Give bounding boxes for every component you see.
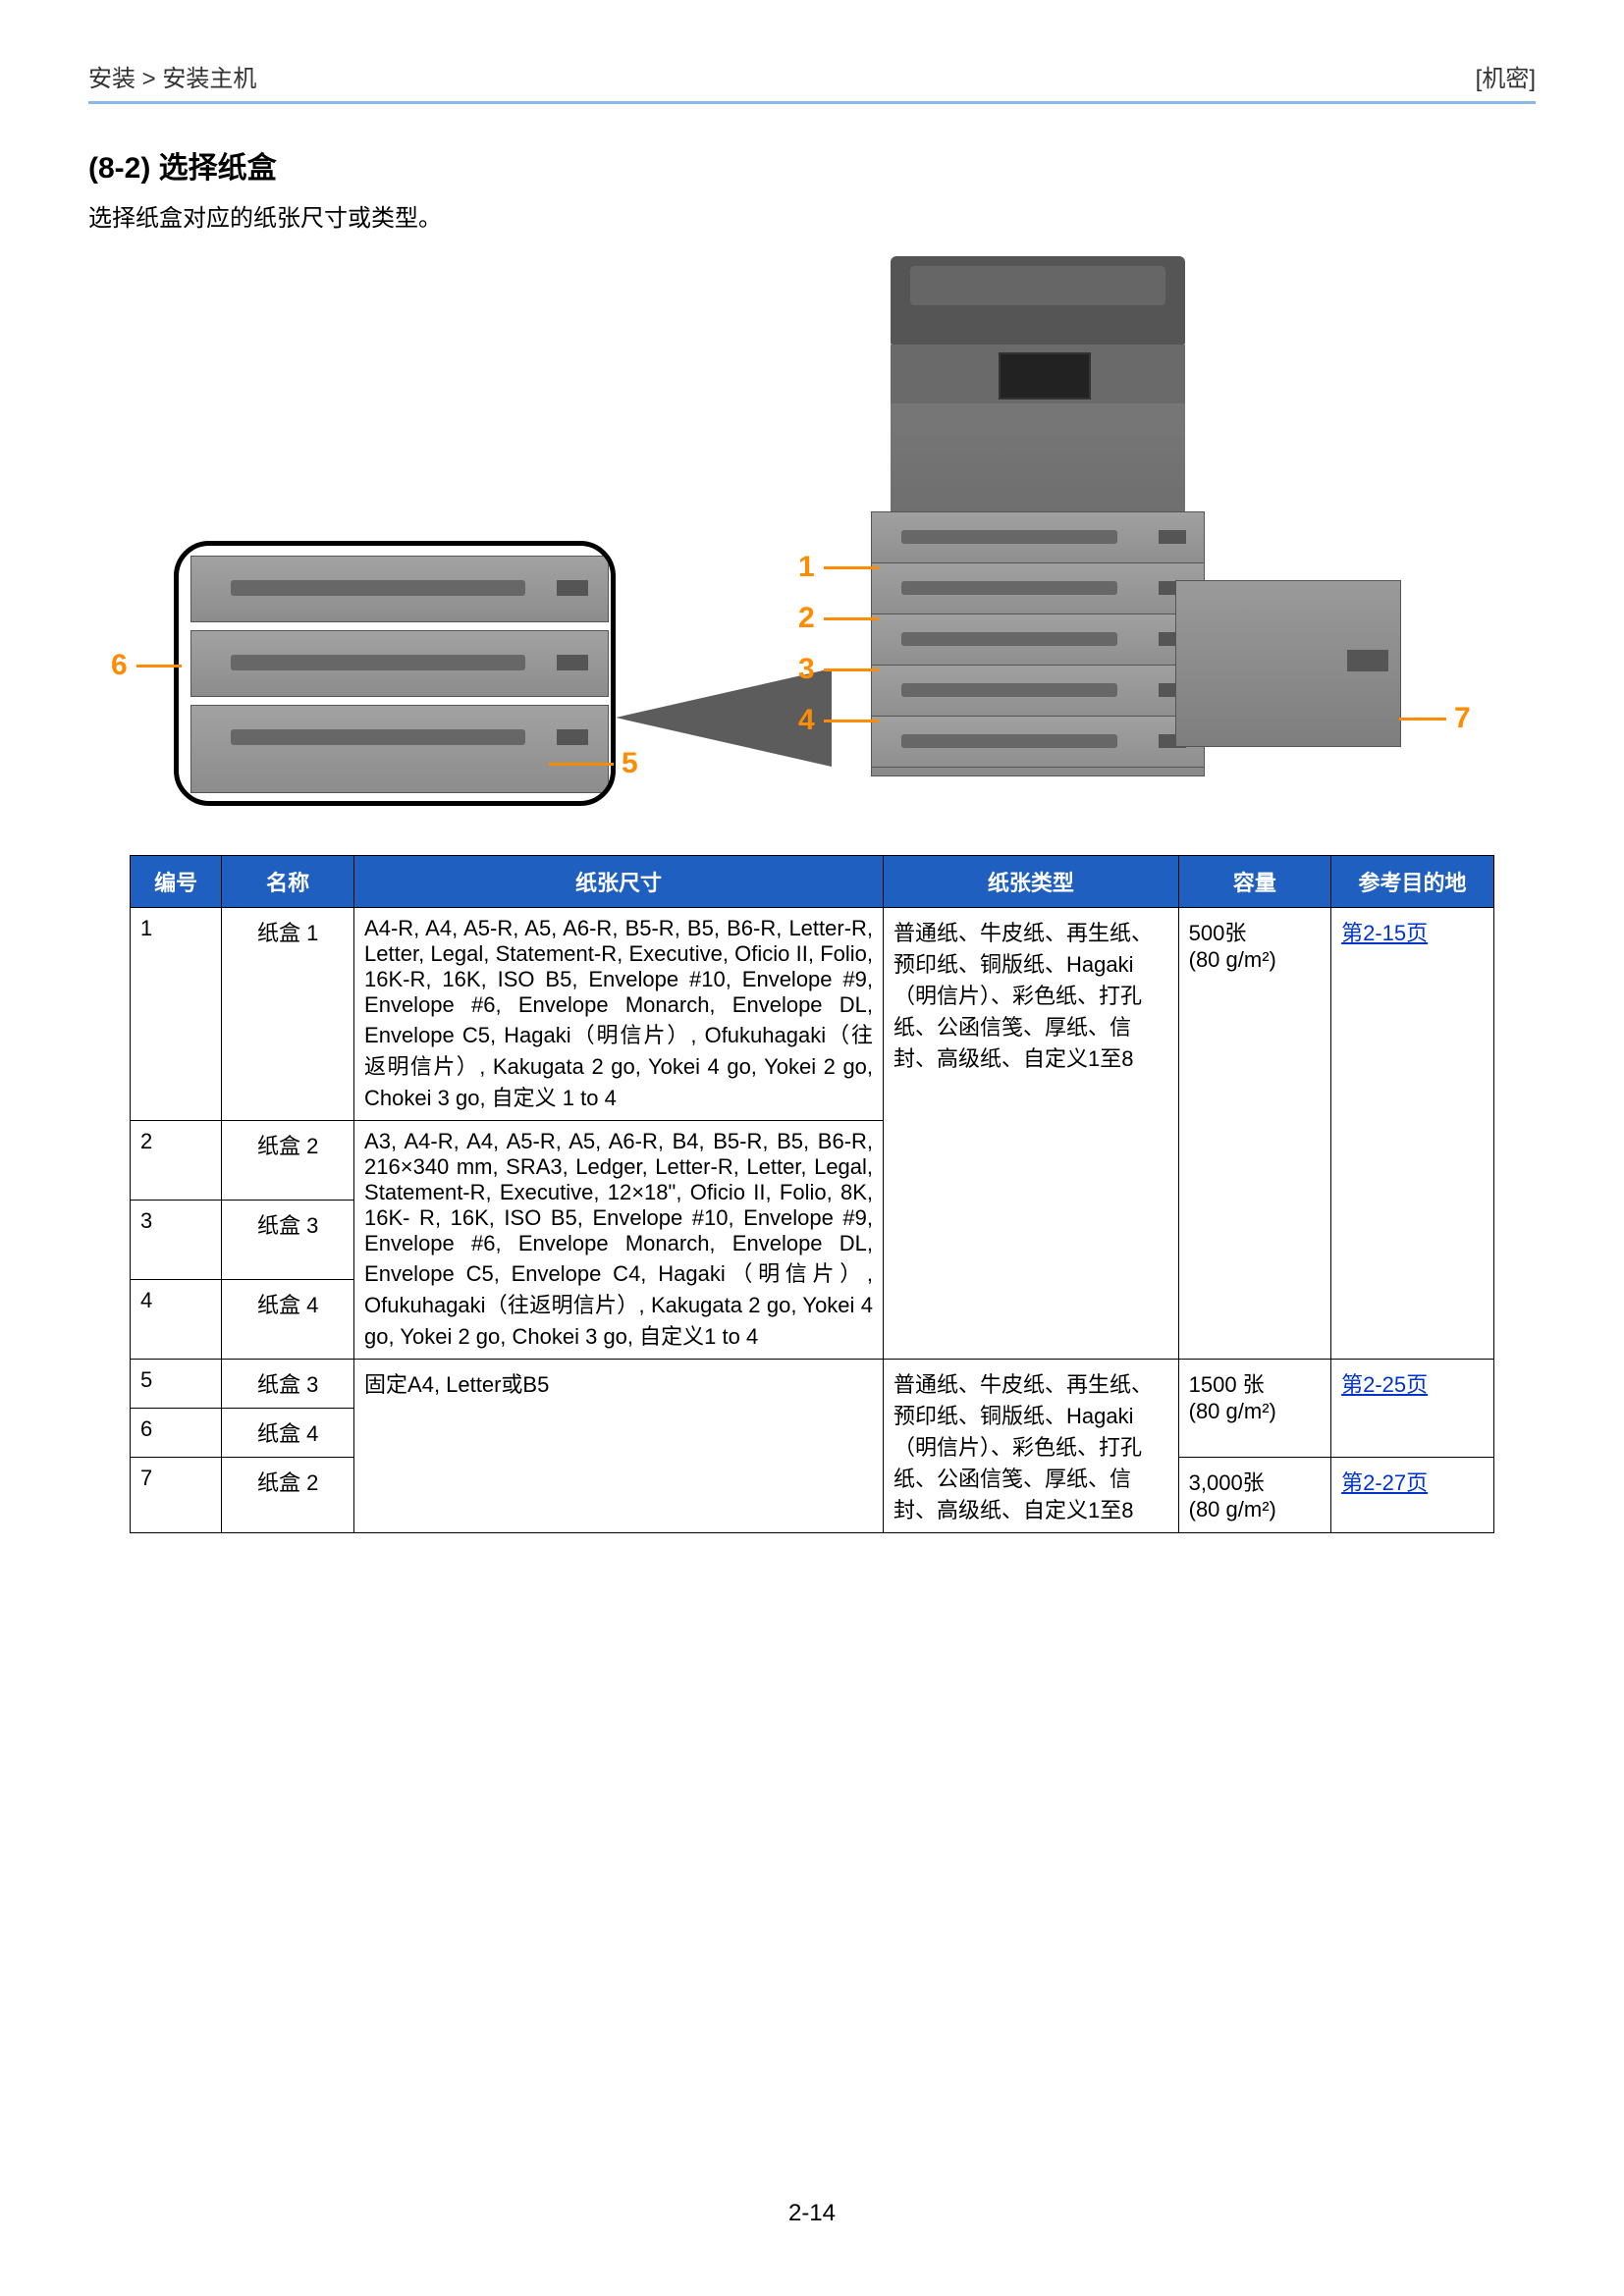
table-row: 5 纸盒 3 固定A4, Letter或B5 普通纸、牛皮纸、再生纸、预印纸、铜… xyxy=(131,1360,1494,1409)
cell-capacity: 500张 (80 g/m²) xyxy=(1178,908,1330,1360)
cell-name: 纸盒 4 xyxy=(222,1280,354,1360)
cell-name: 纸盒 3 xyxy=(222,1201,354,1280)
table-row: 1 纸盒 1 A4-R, A4, A5-R, A5, A6-R, B5-R, B… xyxy=(131,908,1494,1121)
confidential-label: [机密] xyxy=(1476,59,1536,93)
cell-name: 纸盒 2 xyxy=(222,1121,354,1201)
cell-no: 6 xyxy=(131,1409,222,1458)
th-capacity: 容量 xyxy=(1178,856,1330,908)
section-description: 选择纸盒对应的纸张尺寸或类型。 xyxy=(88,198,1536,233)
cell-type: 普通纸、牛皮纸、再生纸、预印纸、铜版纸、Hagaki（明信片）、彩色纸、打孔纸、… xyxy=(884,1360,1179,1533)
cassette-spec-table: 编号 名称 纸张尺寸 纸张类型 容量 参考目的地 1 纸盒 1 A4-R, A4… xyxy=(130,855,1494,1533)
cell-ref: 第2-15页 xyxy=(1331,908,1494,1360)
cell-size: 固定A4, Letter或B5 xyxy=(354,1360,884,1533)
page-header: 安装 > 安装主机 [机密] xyxy=(88,59,1536,93)
callout-5: 5 xyxy=(622,747,638,780)
header-rule xyxy=(88,101,1536,104)
cell-type: 普通纸、牛皮纸、再生纸、预印纸、铜版纸、Hagaki（明信片）、彩色纸、打孔纸、… xyxy=(884,908,1179,1360)
th-no: 编号 xyxy=(131,856,222,908)
th-name: 名称 xyxy=(222,856,354,908)
callout-3: 3 xyxy=(798,653,815,686)
table-header-row: 编号 名称 纸张尺寸 纸张类型 容量 参考目的地 xyxy=(131,856,1494,908)
callout-1: 1 xyxy=(798,551,815,584)
cell-capacity: 3,000张 (80 g/m²) xyxy=(1178,1458,1330,1533)
th-size: 纸张尺寸 xyxy=(354,856,884,908)
callout-2: 2 xyxy=(798,602,815,635)
breadcrumb: 安装 > 安装主机 xyxy=(88,59,256,93)
cell-no: 4 xyxy=(131,1280,222,1360)
cell-name: 纸盒 1 xyxy=(222,908,354,1121)
cell-name: 纸盒 4 xyxy=(222,1409,354,1458)
cell-name: 纸盒 3 xyxy=(222,1360,354,1409)
side-feeder xyxy=(1175,580,1401,747)
ref-link-2-27[interactable]: 第2-27页 xyxy=(1341,1470,1428,1495)
ref-link-2-15[interactable]: 第2-15页 xyxy=(1341,921,1428,945)
cell-no: 7 xyxy=(131,1458,222,1533)
printer-diagram: 1 2 3 4 5 6 7 xyxy=(95,256,1529,826)
cell-ref: 第2-27页 xyxy=(1331,1458,1494,1533)
cell-no: 5 xyxy=(131,1360,222,1409)
cassette-inset xyxy=(174,541,616,806)
cell-ref: 第2-25页 xyxy=(1331,1360,1494,1458)
cell-no: 1 xyxy=(131,908,222,1121)
cell-size: A3, A4-R, A4, A5-R, A5, A6-R, B4, B5-R, … xyxy=(354,1121,884,1360)
callout-6: 6 xyxy=(111,649,128,682)
callout-7: 7 xyxy=(1454,702,1471,735)
section-title: (8-2) 选择纸盒 xyxy=(88,143,1536,187)
page-number: 2-14 xyxy=(0,2200,1624,2227)
ref-link-2-25[interactable]: 第2-25页 xyxy=(1341,1372,1428,1397)
cell-size: A4-R, A4, A5-R, A5, A6-R, B5-R, B5, B6-R… xyxy=(354,908,884,1121)
callout-4: 4 xyxy=(798,704,815,737)
cell-no: 3 xyxy=(131,1201,222,1280)
th-type: 纸张类型 xyxy=(884,856,1179,908)
cell-no: 2 xyxy=(131,1121,222,1201)
th-ref: 参考目的地 xyxy=(1331,856,1494,908)
cell-name: 纸盒 2 xyxy=(222,1458,354,1533)
cell-capacity: 1500 张 (80 g/m²) xyxy=(1178,1360,1330,1458)
